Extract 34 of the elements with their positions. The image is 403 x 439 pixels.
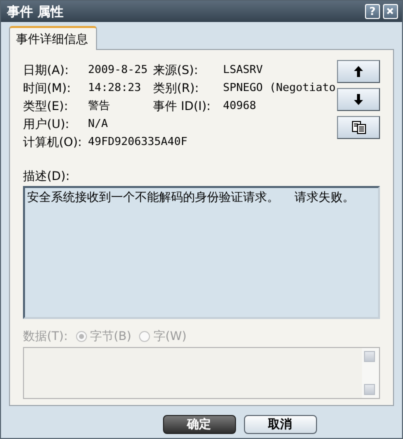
field-value: LSASRV xyxy=(223,63,264,77)
cancel-button[interactable]: 取消 xyxy=(244,415,316,434)
data-label: 数据(T): xyxy=(23,329,68,343)
tab[interactable]: 事件详细信息 xyxy=(9,26,97,50)
radio-label: 字(W) xyxy=(153,329,187,343)
field-label: 事件 ID(I): xyxy=(153,99,212,113)
field-label: 计算机(O): xyxy=(23,135,83,149)
field-value: 警告 xyxy=(88,99,111,113)
field-value: 2009-8-25 xyxy=(88,63,149,77)
next-button[interactable] xyxy=(337,88,380,111)
data-field[interactable] xyxy=(23,347,380,399)
field-label: 类型(E): xyxy=(23,99,69,113)
field-label: 用户(U): xyxy=(23,117,70,131)
field-label: 时间(M): xyxy=(23,81,72,95)
up-arrow-icon xyxy=(354,66,363,77)
radio-label: 字节(B) xyxy=(90,329,132,343)
copy-icon xyxy=(352,121,366,134)
field-value: 49FD9206335A40F xyxy=(88,135,188,149)
ok-button[interactable]: 确定 xyxy=(162,415,236,434)
down-arrow-icon xyxy=(354,94,363,105)
close-icon[interactable] xyxy=(383,4,398,19)
field-label: 类别(R): xyxy=(153,81,200,95)
field-label: 来源(S): xyxy=(153,63,200,77)
previous-button[interactable] xyxy=(337,60,380,83)
copy-button[interactable] xyxy=(337,116,380,139)
scrollbar[interactable] xyxy=(362,348,379,398)
field-value: 14:28:23 xyxy=(88,81,142,95)
field-label: 日期(A): xyxy=(23,63,70,77)
description-label: 描述(D): xyxy=(23,169,71,183)
field-value: N/A xyxy=(88,117,109,131)
description-field[interactable]: 安全系统接收到一个不能解码的身份验证请求。 请求失败。 xyxy=(23,186,380,319)
field-value: SPNEGO (Negotiato xyxy=(223,81,336,95)
window-title: 事件 属性 xyxy=(7,4,65,20)
field-value: 40968 xyxy=(223,99,258,113)
